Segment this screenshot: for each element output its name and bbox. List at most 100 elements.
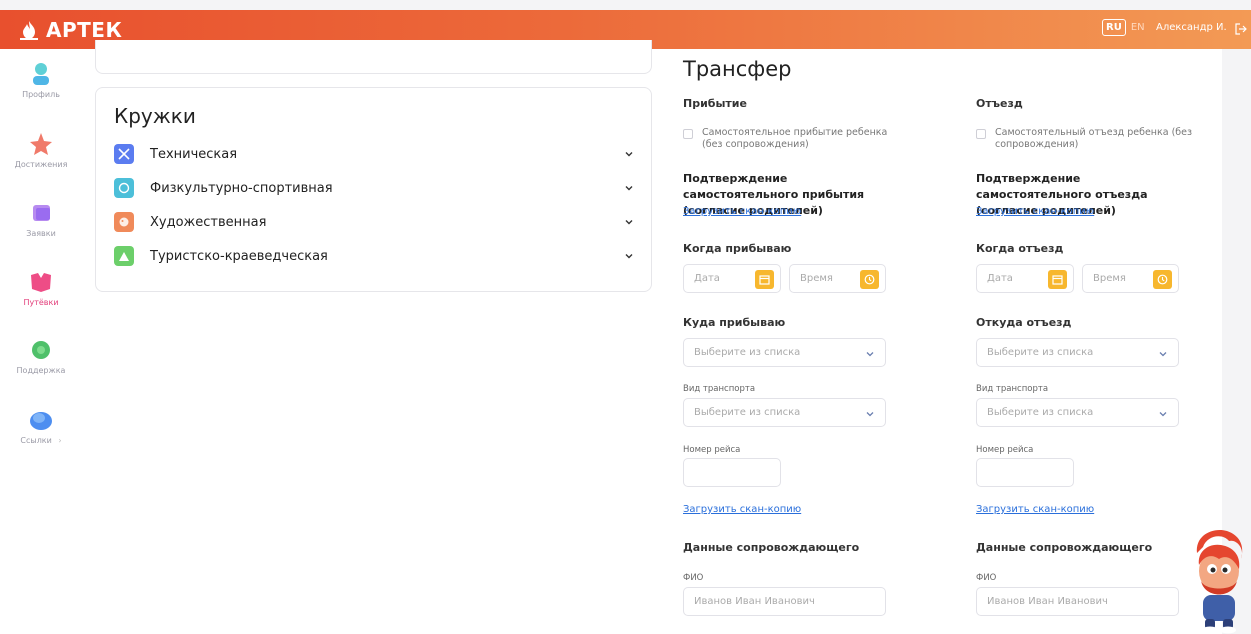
club-label: Физкультурно-спортивная xyxy=(150,180,333,196)
departure-self-checkbox[interactable]: Самостоятельный отъезд ребенка (без сопр… xyxy=(976,127,1196,151)
sidebar-item-profile[interactable]: Профиль xyxy=(0,61,82,99)
art-icon xyxy=(114,212,134,232)
flame-logo-icon xyxy=(20,21,38,40)
lang-en-button[interactable]: EN xyxy=(1131,22,1145,33)
logo-text: АРТЕК xyxy=(46,18,123,42)
clubs-title: Кружки xyxy=(114,104,196,128)
sidebar-item-label: Поддержка xyxy=(16,366,66,375)
club-item-sport[interactable]: Физкультурно-спортивная xyxy=(114,178,634,198)
arrival-fio-label: ФИО xyxy=(683,573,704,583)
select-placeholder: Выберите из списка xyxy=(987,407,1094,418)
technical-icon xyxy=(114,144,134,164)
artek-logo[interactable]: АРТЕК xyxy=(18,18,122,42)
chevron-down-icon xyxy=(1159,412,1167,417)
club-item-tourism[interactable]: Туристско-краеведческая xyxy=(114,246,634,266)
checkbox-box[interactable] xyxy=(976,129,986,139)
chevron-down-icon xyxy=(866,412,874,417)
chevron-down-icon xyxy=(1159,352,1167,357)
sidebar-item-label: Путёвки xyxy=(23,298,59,307)
mascot-assistant-icon[interactable] xyxy=(1183,525,1251,634)
calendar-icon[interactable] xyxy=(1048,270,1067,289)
fio-placeholder: Иванов Иван Иванович xyxy=(694,596,815,607)
sidebar-item-achievements[interactable]: Достижения xyxy=(0,131,82,169)
arrival-transport-label: Вид транспорта xyxy=(683,384,756,394)
arrival-date-input[interactable]: Дата xyxy=(683,264,781,293)
arrival-transport-select[interactable]: Выберите из списка xyxy=(683,398,886,427)
transfer-title: Трансфер xyxy=(683,57,792,81)
links-icon xyxy=(30,412,52,430)
vouchers-icon xyxy=(31,273,51,292)
departure-transport-label: Вид транспорта xyxy=(976,384,1049,394)
sidebar-item-label: Ссылки xyxy=(20,436,52,445)
arrival-flight-label: Номер рейса xyxy=(683,445,741,455)
departure-time-input[interactable]: Время xyxy=(1082,264,1179,293)
arrival-where-title: Куда прибываю xyxy=(683,316,786,329)
clock-icon[interactable] xyxy=(1153,270,1172,289)
profile-icon xyxy=(33,63,49,85)
calendar-icon[interactable] xyxy=(755,270,774,289)
chevron-down-icon xyxy=(866,352,874,357)
departure-upload-link[interactable]: Загрузить скан-копию xyxy=(976,206,1094,217)
achievements-icon xyxy=(30,133,52,155)
time-placeholder: Время xyxy=(800,273,833,284)
date-placeholder: Дата xyxy=(987,273,1013,284)
arrival-heading: Прибытие xyxy=(683,97,747,110)
time-placeholder: Время xyxy=(1093,273,1126,284)
departure-flight-input[interactable] xyxy=(976,458,1074,487)
arrival-flight-input[interactable] xyxy=(683,458,781,487)
chevron-down-icon[interactable] xyxy=(624,149,634,159)
departure-upload-link-2[interactable]: Загрузить скан-копию xyxy=(976,504,1094,515)
lang-ru-button[interactable]: RU xyxy=(1102,19,1126,36)
chevron-right-icon: › xyxy=(58,436,62,445)
sidebar-item-vouchers[interactable]: Путёвки xyxy=(0,269,82,307)
applications-icon xyxy=(33,205,50,221)
arrival-upload-link[interactable]: Загрузить скан-копию xyxy=(683,206,801,217)
club-label: Техническая xyxy=(150,146,238,162)
arrival-when-title: Когда прибываю xyxy=(683,242,792,255)
arrival-self-checkbox[interactable]: Самостоятельное прибытие ребенка (без со… xyxy=(683,127,903,151)
sidebar-item-label: Заявки xyxy=(26,229,56,238)
arrival-upload-link-2[interactable]: Загрузить скан-копию xyxy=(683,504,801,515)
checkbox-label: Самостоятельный отъезд ребенка (без сопр… xyxy=(995,127,1193,150)
club-item-art[interactable]: Художественная xyxy=(114,212,634,232)
sidebar-item-label: Профиль xyxy=(22,90,60,99)
sidebar: Профиль Достижения Заявки Путёвки Поддер… xyxy=(0,49,82,634)
sidebar-item-applications[interactable]: Заявки xyxy=(0,200,82,238)
sport-icon xyxy=(114,178,134,198)
departure-when-title: Когда отъезд xyxy=(976,242,1064,255)
user-name[interactable]: Александр И. xyxy=(1156,22,1227,33)
departure-fio-input[interactable]: Иванов Иван Иванович xyxy=(976,587,1179,616)
support-icon xyxy=(32,341,50,359)
tourism-icon xyxy=(114,246,134,266)
sidebar-item-support[interactable]: Поддержка xyxy=(0,337,82,375)
clock-icon[interactable] xyxy=(860,270,879,289)
departure-transport-select[interactable]: Выберите из списка xyxy=(976,398,1179,427)
departure-date-input[interactable]: Дата xyxy=(976,264,1074,293)
club-label: Туристско-краеведческая xyxy=(150,248,328,264)
previous-card xyxy=(95,40,652,74)
club-item-technical[interactable]: Техническая xyxy=(114,144,634,164)
arrival-fio-input[interactable]: Иванов Иван Иванович xyxy=(683,587,886,616)
departure-escort-title: Данные сопровождающего xyxy=(976,541,1153,554)
sidebar-item-label: Достижения xyxy=(14,160,68,169)
departure-flight-label: Номер рейса xyxy=(976,445,1034,455)
date-placeholder: Дата xyxy=(694,273,720,284)
clubs-card: Кружки Техническая Физкультурно-спортивн… xyxy=(95,87,652,292)
checkbox-box[interactable] xyxy=(683,129,693,139)
departure-where-title: Откуда отъезд xyxy=(976,316,1072,329)
club-label: Художественная xyxy=(150,214,267,230)
logout-icon[interactable] xyxy=(1235,23,1247,35)
sidebar-item-links[interactable]: Ссылки › xyxy=(0,407,82,445)
arrival-time-input[interactable]: Время xyxy=(789,264,886,293)
departure-fio-label: ФИО xyxy=(976,573,997,583)
chevron-down-icon[interactable] xyxy=(624,251,634,261)
chevron-down-icon[interactable] xyxy=(624,183,634,193)
select-placeholder: Выберите из списка xyxy=(694,347,801,358)
fio-placeholder: Иванов Иван Иванович xyxy=(987,596,1108,607)
select-placeholder: Выберите из списка xyxy=(987,347,1094,358)
departure-where-select[interactable]: Выберите из списка xyxy=(976,338,1179,367)
departure-heading: Отъезд xyxy=(976,97,1023,110)
chevron-down-icon[interactable] xyxy=(624,217,634,227)
arrival-where-select[interactable]: Выберите из списка xyxy=(683,338,886,367)
language-switcher: RU EN xyxy=(1102,19,1145,36)
